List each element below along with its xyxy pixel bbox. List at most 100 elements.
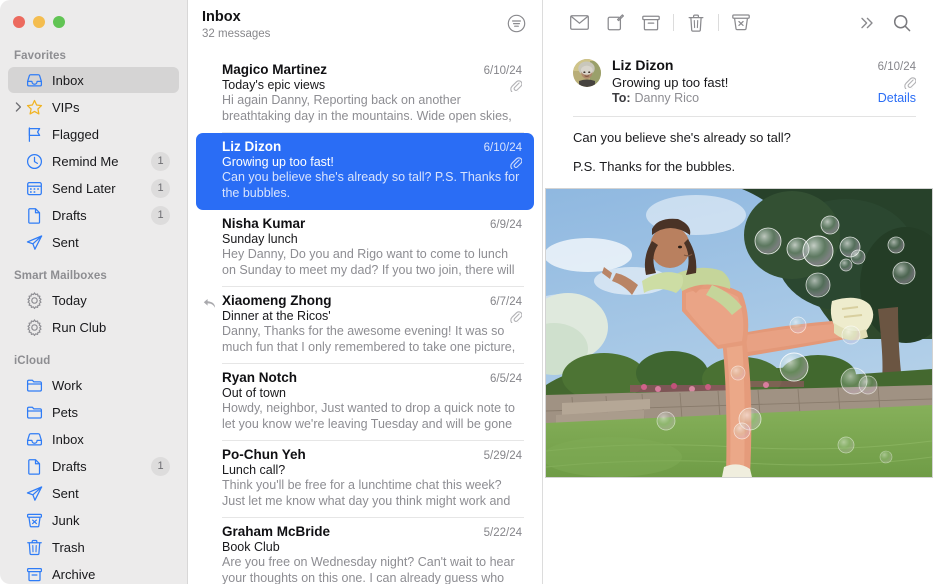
message-list-item[interactable]: Ryan Notch6/5/24Out of townHowdy, neighb… <box>196 364 534 441</box>
mailbox-title-block: Inbox 32 messages <box>202 9 270 42</box>
sidebar-item-remind-me[interactable]: Remind Me1 <box>8 148 179 174</box>
reply-arrow-icon <box>202 296 216 310</box>
message-count: 32 messages <box>202 27 270 42</box>
toolbar-divider <box>673 14 674 31</box>
sidebar-section-header: Smart Mailboxes <box>0 256 187 287</box>
sidebar-item-work[interactable]: Work <box>8 372 179 398</box>
sidebar-item-sent[interactable]: Sent <box>8 229 179 255</box>
sidebar-item-junk[interactable]: Junk <box>8 507 179 533</box>
message-top-line: Magico Martinez6/10/24 <box>222 62 522 77</box>
flag-icon <box>26 126 43 143</box>
reading-pane: Liz Dizon 6/10/24 Growing up too fast! T… <box>543 0 934 584</box>
sidebar-item-label: Inbox <box>52 73 170 88</box>
paperclip-icon <box>509 310 522 323</box>
message-list-item[interactable]: Po-Chun Yeh5/29/24Lunch call?Think you'l… <box>196 441 534 518</box>
message-date: 6/7/24 <box>490 296 522 308</box>
message-subject-line: Book Club <box>222 540 522 554</box>
clock-icon <box>26 153 43 170</box>
search-icon[interactable] <box>884 8 920 38</box>
sidebar-scroll[interactable]: FavoritesInboxVIPsFlaggedRemind Me1Send … <box>0 44 187 584</box>
message-preview: Think you'll be free for a lunchtime cha… <box>222 478 522 509</box>
filter-icon[interactable] <box>504 11 528 35</box>
message-rows[interactable]: Magico Martinez6/10/24Today's epic views… <box>188 56 542 584</box>
paper-plane-icon <box>26 234 43 251</box>
archive-icon[interactable] <box>633 8 669 38</box>
sidebar-item-drafts[interactable]: Drafts1 <box>8 202 179 228</box>
trash-icon <box>26 539 43 556</box>
zoom-button[interactable] <box>53 16 65 28</box>
sidebar-item-vips[interactable]: VIPs <box>8 94 179 120</box>
sidebar-item-run-club[interactable]: Run Club <box>8 314 179 340</box>
close-button[interactable] <box>13 16 25 28</box>
message-date: 6/9/24 <box>490 219 522 231</box>
unread-badge: 1 <box>151 179 170 198</box>
sender-name: Liz Dizon <box>612 57 673 73</box>
calendar-icon <box>26 180 43 197</box>
message-sender: Graham McBride <box>222 524 330 539</box>
sidebar-item-drafts[interactable]: Drafts1 <box>8 453 179 479</box>
message-subject-line: Dinner at the Ricos' <box>222 309 522 323</box>
junk-icon[interactable] <box>723 8 759 38</box>
inbox-icon <box>26 431 43 448</box>
message-date: 6/5/24 <box>490 373 522 385</box>
body-paragraph: P.S. Thanks for the bubbles. <box>573 158 916 176</box>
sidebar-item-label: Inbox <box>52 432 170 447</box>
sidebar-item-label: Today <box>52 293 170 308</box>
minimize-button[interactable] <box>33 16 45 28</box>
message-top-line: Nisha Kumar6/9/24 <box>222 216 522 231</box>
message-subject-line: Sunday lunch <box>222 232 522 246</box>
message-sender: Po-Chun Yeh <box>222 447 306 462</box>
trash-icon[interactable] <box>678 8 714 38</box>
message-top-line: Graham McBride 5/22/24 <box>222 524 522 539</box>
message-list-item[interactable]: Liz Dizon6/10/24Growing up too fast!Can … <box>196 133 534 210</box>
email-date: 6/10/24 <box>878 61 916 73</box>
sidebar-item-send-later[interactable]: Send Later1 <box>8 175 179 201</box>
message-list-item[interactable]: Magico Martinez6/10/24Today's epic views… <box>196 56 534 133</box>
message-preview: Hey Danny, Do you and Rigo want to come … <box>222 247 522 278</box>
sidebar-item-trash[interactable]: Trash <box>8 534 179 560</box>
unread-badge: 1 <box>151 152 170 171</box>
sidebar-item-label: Trash <box>52 540 170 555</box>
message-sender: Ryan Notch <box>222 370 297 385</box>
message-subject: Book Club <box>222 540 280 554</box>
email-header-body: Liz Dizon 6/10/24 Growing up too fast! T… <box>612 57 916 105</box>
message-list-item[interactable]: Xiaomeng Zhong 6/7/24Dinner at the Ricos'… <box>196 287 534 364</box>
message-sender: Xiaomeng Zhong <box>222 293 332 308</box>
sidebar-item-archive[interactable]: Archive <box>8 561 179 584</box>
sidebar-item-label: Drafts <box>52 208 151 223</box>
chevron-right-icon[interactable] <box>12 94 24 120</box>
girl-kicking-among-bubbles-photo[interactable] <box>545 188 933 478</box>
message-top-line: Xiaomeng Zhong 6/7/24 <box>222 293 522 308</box>
star-icon <box>26 99 43 116</box>
archive-icon <box>26 566 43 583</box>
chevron-double-right-icon[interactable] <box>848 8 884 38</box>
message-list-item[interactable]: Graham McBride5/22/24Book ClubAre you fr… <box>196 518 534 584</box>
compose-icon[interactable] <box>597 8 633 38</box>
sidebar-item-inbox[interactable]: Inbox <box>8 426 179 452</box>
sidebar-item-inbox[interactable]: Inbox <box>8 67 179 93</box>
details-link[interactable]: Details <box>878 91 916 105</box>
attachment-area <box>543 176 934 478</box>
paperclip-icon <box>509 156 522 169</box>
sidebar-item-today[interactable]: Today <box>8 287 179 313</box>
sidebar-item-sent[interactable]: Sent <box>8 480 179 506</box>
sidebar-item-label: Run Club <box>52 320 170 335</box>
sidebar-item-flagged[interactable]: Flagged <box>8 121 179 147</box>
message-list-item[interactable]: Nisha Kumar6/9/24Sunday lunchHey Danny, … <box>196 210 534 287</box>
envelope-icon[interactable] <box>561 8 597 38</box>
sidebar-item-pets[interactable]: Pets <box>8 399 179 425</box>
toolbar-divider <box>718 14 719 31</box>
folder-icon <box>26 404 43 421</box>
message-preview: Hi again Danny, Reporting back on anothe… <box>222 93 522 124</box>
sidebar: FavoritesInboxVIPsFlaggedRemind Me1Send … <box>0 0 188 584</box>
message-date: 5/22/24 <box>484 527 522 539</box>
inbox-icon <box>26 72 43 89</box>
message-subject-line: Today's epic views <box>222 78 522 92</box>
document-icon <box>26 458 43 475</box>
window-controls <box>0 0 187 44</box>
to-value: Danny Rico <box>635 91 700 105</box>
email-body: Can you believe she's already so tall?P.… <box>543 117 934 176</box>
folder-icon <box>26 377 43 394</box>
sidebar-item-label: Junk <box>52 513 170 528</box>
sidebar-item-label: VIPs <box>52 100 170 115</box>
